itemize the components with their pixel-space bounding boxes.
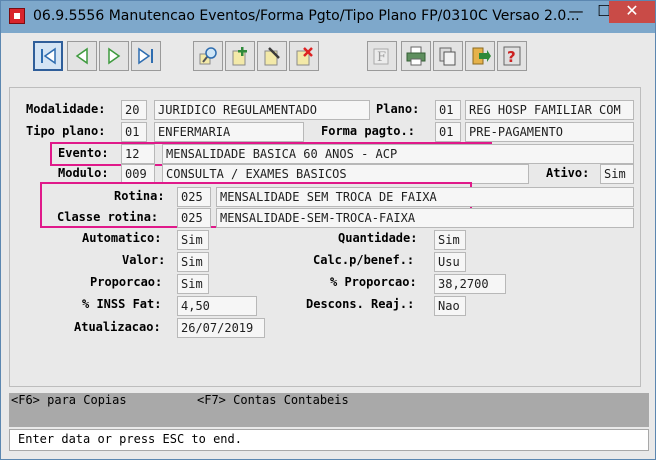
print-button[interactable] bbox=[401, 41, 431, 71]
search-button[interactable] bbox=[193, 41, 223, 71]
tipo-plano-label: Tipo plano: bbox=[26, 124, 106, 138]
title-bar[interactable]: 06.9.5556 Manutencao Eventos/Forma Pgto/… bbox=[1, 1, 655, 33]
copy-icon bbox=[439, 47, 456, 66]
quantidade-field[interactable]: Sim bbox=[434, 230, 466, 250]
plano-label: Plano: bbox=[376, 102, 420, 116]
delete-icon bbox=[296, 47, 313, 66]
last-record-button[interactable] bbox=[131, 41, 161, 71]
exit-button[interactable] bbox=[465, 41, 495, 71]
classe-rotina-code-field[interactable]: 025 bbox=[177, 208, 211, 228]
filter-icon: F bbox=[373, 48, 389, 65]
proporcao-label: Proporcao: bbox=[90, 275, 163, 289]
calc-benef-label: Calc.p/benef.: bbox=[313, 253, 415, 267]
atualizacao-field: 26/07/2019 bbox=[177, 318, 265, 338]
previous-record-icon bbox=[75, 47, 88, 65]
search-icon bbox=[199, 47, 217, 65]
automatico-field[interactable]: Sim bbox=[177, 230, 209, 250]
f6-copias-key[interactable]: <F6> para Copias bbox=[11, 393, 127, 407]
print-icon bbox=[406, 46, 426, 66]
exit-icon bbox=[472, 47, 491, 65]
app-icon bbox=[9, 8, 25, 24]
descons-reaj-field[interactable]: Nao bbox=[434, 296, 466, 316]
modalidade-label: Modalidade: bbox=[26, 102, 106, 116]
status-message: Enter data or press ESC to end. bbox=[18, 432, 242, 446]
evento-desc-field: MENSALIDADE BASICA 60 ANOS - ACP bbox=[162, 144, 634, 164]
status-bar: Enter data or press ESC to end. bbox=[9, 429, 649, 451]
svg-text:?: ? bbox=[507, 48, 516, 66]
add-icon bbox=[232, 47, 247, 66]
proporcao-field[interactable]: Sim bbox=[177, 274, 209, 294]
pct-proporcao-label: % Proporcao: bbox=[330, 275, 417, 289]
rotina-label: Rotina: bbox=[114, 189, 165, 203]
copy-button[interactable] bbox=[433, 41, 463, 71]
descons-reaj-label: Descons. Reaj.: bbox=[306, 297, 415, 311]
ativo-field[interactable]: Sim bbox=[600, 164, 634, 184]
window-title: 06.9.5556 Manutencao Eventos/Forma Pgto/… bbox=[33, 8, 580, 24]
modalidade-desc-field: JURIDICO REGULAMENTADO bbox=[154, 100, 370, 120]
quantidade-label: Quantidade: bbox=[338, 231, 418, 245]
modalidade-code-field[interactable]: 20 bbox=[121, 100, 147, 120]
tipo-plano-desc-field: ENFERMARIA bbox=[154, 122, 304, 142]
function-key-bar: <F6> para Copias <F7> Contas Contabeis bbox=[9, 393, 649, 427]
valor-label: Valor: bbox=[122, 253, 166, 267]
evento-code-field[interactable]: 12 bbox=[121, 144, 155, 164]
automatico-label: Automatico: bbox=[82, 231, 162, 245]
edit-icon bbox=[264, 47, 280, 66]
toolbar: F ? bbox=[9, 37, 639, 77]
modulo-desc-field: CONSULTA / EXAMES BASICOS bbox=[162, 164, 529, 184]
help-button[interactable]: ? bbox=[497, 41, 527, 71]
rotina-code-field[interactable]: 025 bbox=[177, 187, 211, 207]
form-panel: Modalidade: 20 JURIDICO REGULAMENTADO Pl… bbox=[9, 87, 641, 387]
filter-button[interactable]: F bbox=[367, 41, 397, 71]
plano-desc-field: REG HOSP FAMILIAR COM bbox=[465, 100, 634, 120]
first-record-button[interactable] bbox=[33, 41, 63, 71]
svg-text:F: F bbox=[377, 50, 386, 65]
first-record-icon bbox=[41, 47, 56, 65]
application-window: 06.9.5556 Manutencao Eventos/Forma Pgto/… bbox=[0, 0, 656, 460]
classe-rotina-label: Classe rotina: bbox=[57, 210, 159, 224]
tipo-plano-code-field[interactable]: 01 bbox=[121, 122, 147, 142]
last-record-icon bbox=[138, 47, 153, 65]
atualizacao-label: Atualizacao: bbox=[74, 320, 161, 334]
f7-contas-contabeis-key[interactable]: <F7> Contas Contabeis bbox=[197, 393, 349, 407]
plano-code-field[interactable]: 01 bbox=[435, 100, 461, 120]
forma-pagto-label: Forma pagto.: bbox=[321, 124, 415, 138]
pct-inss-label: % INSS Fat: bbox=[82, 297, 162, 311]
close-button[interactable]: ✕ bbox=[609, 1, 655, 23]
rotina-desc-field: MENSALIDADE SEM TROCA DE FAIXA bbox=[216, 187, 634, 207]
forma-pagto-desc-field: PRE-PAGAMENTO bbox=[465, 122, 634, 142]
valor-field[interactable]: Sim bbox=[177, 252, 209, 272]
add-button[interactable] bbox=[225, 41, 255, 71]
evento-label: Evento: bbox=[58, 146, 109, 160]
modulo-label: Modulo: bbox=[58, 166, 109, 180]
delete-button[interactable] bbox=[289, 41, 319, 71]
previous-record-button[interactable] bbox=[67, 41, 97, 71]
modulo-code-field[interactable]: 009 bbox=[121, 164, 155, 184]
pct-proporcao-field[interactable]: 38,2700 bbox=[434, 274, 506, 294]
edit-button[interactable] bbox=[257, 41, 287, 71]
next-record-icon bbox=[108, 47, 121, 65]
calc-benef-field[interactable]: Usu bbox=[434, 252, 466, 272]
classe-rotina-desc-field: MENSALIDADE-SEM-TROCA-FAIXA bbox=[216, 208, 634, 228]
pct-inss-field[interactable]: 4,50 bbox=[177, 296, 257, 316]
ativo-label: Ativo: bbox=[546, 166, 590, 180]
next-record-button[interactable] bbox=[99, 41, 129, 71]
help-icon: ? bbox=[503, 46, 521, 66]
forma-pagto-code-field[interactable]: 01 bbox=[435, 122, 461, 142]
